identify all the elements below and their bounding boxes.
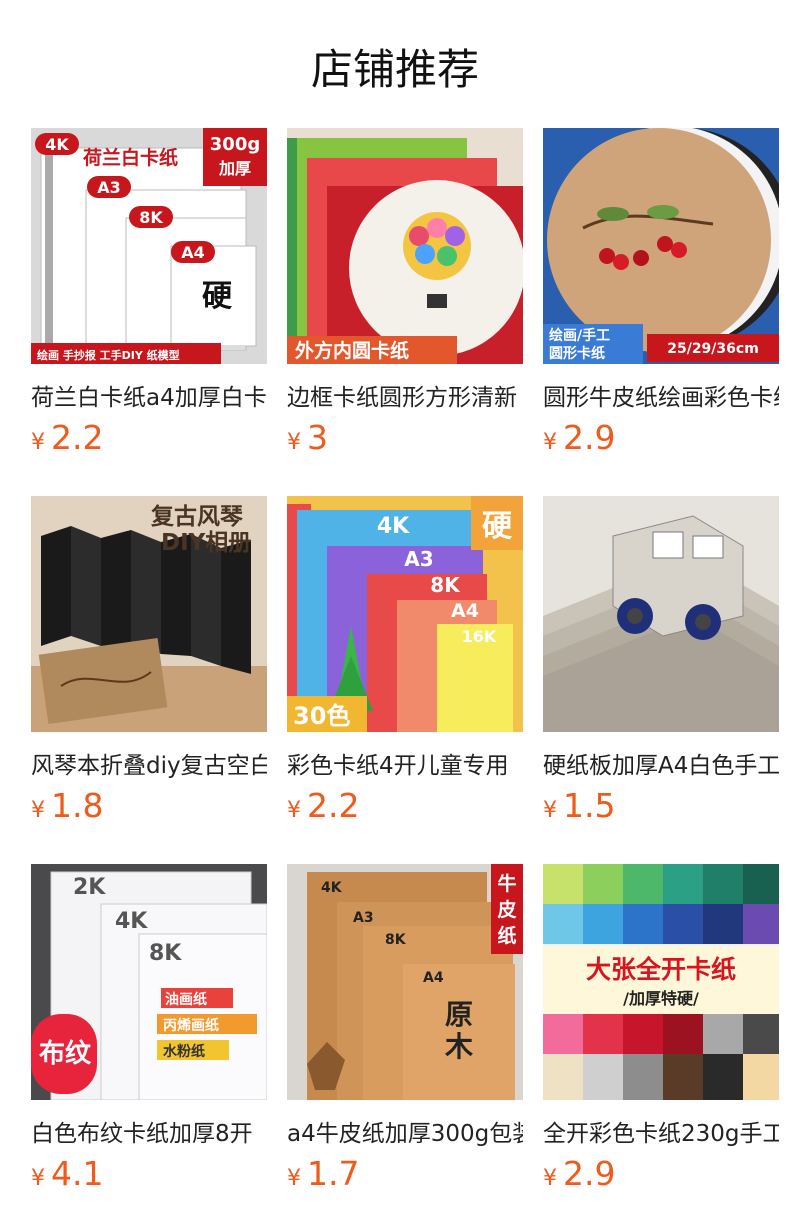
currency-symbol: ¥ <box>287 1166 301 1191</box>
price-value: 2.2 <box>307 786 360 825</box>
currency-symbol: ¥ <box>543 1166 557 1191</box>
image-badge: 布纹 <box>39 1038 92 1069</box>
product-price: ¥2.2 <box>287 786 359 825</box>
currency-symbol: ¥ <box>543 430 557 455</box>
product-price: ¥2.9 <box>543 418 615 457</box>
product-name[interactable]: 圆形牛皮纸绘画彩色卡纸 <box>543 378 779 412</box>
product-price: ¥2.2 <box>31 418 103 457</box>
product-name[interactable]: 硬纸板加厚A4白色手工 <box>543 746 779 780</box>
price-value: 1.7 <box>307 1154 360 1193</box>
product-price: ¥2.9 <box>543 1154 615 1193</box>
product-image[interactable]: 4K A3 8K A4 荷兰白卡纸 300g 加厚 硬 绘画 手抄报 工手DIY… <box>31 128 267 364</box>
size-label-4k: 4K <box>115 909 148 934</box>
product-card-white-cardstock[interactable]: 4K A3 8K A4 荷兰白卡纸 300g 加厚 硬 绘画 手抄报 工手DIY… <box>31 128 267 468</box>
size-label-16k: 16K <box>462 627 497 646</box>
product-name[interactable]: 风琴本折叠diy复古空白相册 <box>31 746 267 780</box>
product-image[interactable]: 大张全开卡纸 /加厚特硬/ <box>543 864 779 1100</box>
image-weight-note: 加厚 <box>218 159 251 178</box>
product-price: ¥1.7 <box>287 1154 359 1193</box>
price-value: 3 <box>307 418 328 457</box>
product-card-full-size-color[interactable]: 大张全开卡纸 /加厚特硬/ 全开彩色卡纸230g手工 ¥2.9 <box>543 864 779 1204</box>
size-label-a4: A4 <box>423 970 444 986</box>
product-price: ¥3 <box>287 418 328 457</box>
product-image[interactable]: 2K 4K 8K 油画纸 丙烯画纸 水粉纸 布纹 <box>31 864 267 1100</box>
image-weight: 300g <box>210 134 260 155</box>
product-price: ¥1.8 <box>31 786 103 825</box>
product-card-colored-cardstock[interactable]: 4K A3 8K A4 16K 硬 30色 彩色卡纸4开儿童专用 ¥2.2 <box>287 496 523 836</box>
size-label-a4: A4 <box>451 600 479 622</box>
product-card-frame-cardstock[interactable]: 外方内圆卡纸 边框卡纸圆形方形清新 ¥3 <box>287 128 523 468</box>
center-char-1: 原 <box>445 998 473 1031</box>
size-label-4k: 4K <box>321 880 343 896</box>
price-value: 4.1 <box>51 1154 104 1193</box>
currency-symbol: ¥ <box>543 798 557 823</box>
image-tag-line2: 圆形卡纸 <box>549 345 605 362</box>
page-title: 店铺推荐 <box>310 45 479 94</box>
size-label-a3: A3 <box>353 910 374 926</box>
product-image[interactable] <box>543 496 779 732</box>
size-label-4k: 4K <box>45 135 69 154</box>
size-label-8k: 8K <box>149 941 182 966</box>
image-banner: 外方内圆卡纸 <box>295 339 409 362</box>
product-name[interactable]: 边框卡纸圆形方形清新 <box>287 378 523 412</box>
product-image[interactable]: 复古风琴 DIY相册 <box>31 496 267 732</box>
image-line1: 复古风琴 <box>150 504 243 530</box>
currency-symbol: ¥ <box>31 798 45 823</box>
use-label-1: 油画纸 <box>165 991 207 1008</box>
currency-symbol: ¥ <box>287 430 301 455</box>
image-hard-char: 硬 <box>482 509 513 544</box>
use-label-3: 水粉纸 <box>163 1043 205 1060</box>
image-sizes: 25/29/36cm <box>667 341 759 357</box>
size-label-a3: A3 <box>97 178 121 197</box>
image-count: 30色 <box>293 702 350 730</box>
size-label-2k: 2K <box>73 875 106 900</box>
currency-symbol: ¥ <box>31 1166 45 1191</box>
size-label-8k: 8K <box>430 573 461 597</box>
image-subline: /加厚特硬/ <box>623 989 699 1008</box>
size-label-4k: 4K <box>377 514 410 539</box>
price-value: 2.9 <box>563 1154 616 1193</box>
size-label-8k: 8K <box>385 932 407 948</box>
product-card-accordion-album[interactable]: 复古风琴 DIY相册 风琴本折叠diy复古空白相册 ¥1.8 <box>31 496 267 836</box>
vertical-tag-2: 皮 <box>497 898 516 921</box>
product-image[interactable]: 绘画/手工 圆形卡纸 25/29/36cm <box>543 128 779 364</box>
product-card-cardboard[interactable]: 硬纸板加厚A4白色手工 ¥1.5 <box>543 496 779 836</box>
product-price: ¥4.1 <box>31 1154 103 1193</box>
price-value: 1.5 <box>563 786 616 825</box>
product-image[interactable]: 4K A3 8K A4 16K 硬 30色 <box>287 496 523 732</box>
image-line2: DIY相册 <box>161 530 251 556</box>
center-char-2: 木 <box>444 1030 473 1063</box>
product-name[interactable]: 彩色卡纸4开儿童专用 <box>287 746 523 780</box>
price-value: 2.2 <box>51 418 104 457</box>
product-image[interactable]: 外方内圆卡纸 <box>287 128 523 364</box>
size-label-a4: A4 <box>181 243 205 262</box>
image-tag-line1: 绘画/手工 <box>549 327 610 344</box>
size-label-8k: 8K <box>139 208 163 227</box>
vertical-tag-1: 牛 <box>497 872 516 895</box>
product-price: ¥1.5 <box>543 786 615 825</box>
image-hard-char: 硬 <box>202 279 233 314</box>
product-name[interactable]: 白色布纹卡纸加厚8开 <box>31 1114 267 1148</box>
image-headline: 荷兰白卡纸 <box>83 146 178 169</box>
product-card-kraft-paper[interactable]: 4K A3 8K A4 牛 皮 纸 原 木 a4牛皮纸加厚300g包装 ¥1.7 <box>287 864 523 1204</box>
vertical-tag-3: 纸 <box>497 924 516 947</box>
product-name[interactable]: 全开彩色卡纸230g手工 <box>543 1114 779 1148</box>
use-label-2: 丙烯画纸 <box>163 1017 219 1034</box>
price-value: 2.9 <box>563 418 616 457</box>
product-card-canvas-cardstock[interactable]: 2K 4K 8K 油画纸 丙烯画纸 水粉纸 布纹 白色布纹卡纸加厚8开 ¥4.1 <box>31 864 267 1204</box>
price-value: 1.8 <box>51 786 104 825</box>
product-name[interactable]: 荷兰白卡纸a4加厚白卡纸 <box>31 378 267 412</box>
image-footer: 绘画 手抄报 工手DIY 纸模型 <box>37 348 180 362</box>
size-label-a3: A3 <box>404 547 433 571</box>
image-headline: 大张全开卡纸 <box>586 955 736 984</box>
product-image[interactable]: 4K A3 8K A4 牛 皮 纸 原 木 <box>287 864 523 1100</box>
product-name[interactable]: a4牛皮纸加厚300g包装 <box>287 1114 523 1148</box>
currency-symbol: ¥ <box>287 798 301 823</box>
product-card-round-kraft[interactable]: 绘画/手工 圆形卡纸 25/29/36cm 圆形牛皮纸绘画彩色卡纸 ¥2.9 <box>543 128 779 468</box>
currency-symbol: ¥ <box>31 430 45 455</box>
